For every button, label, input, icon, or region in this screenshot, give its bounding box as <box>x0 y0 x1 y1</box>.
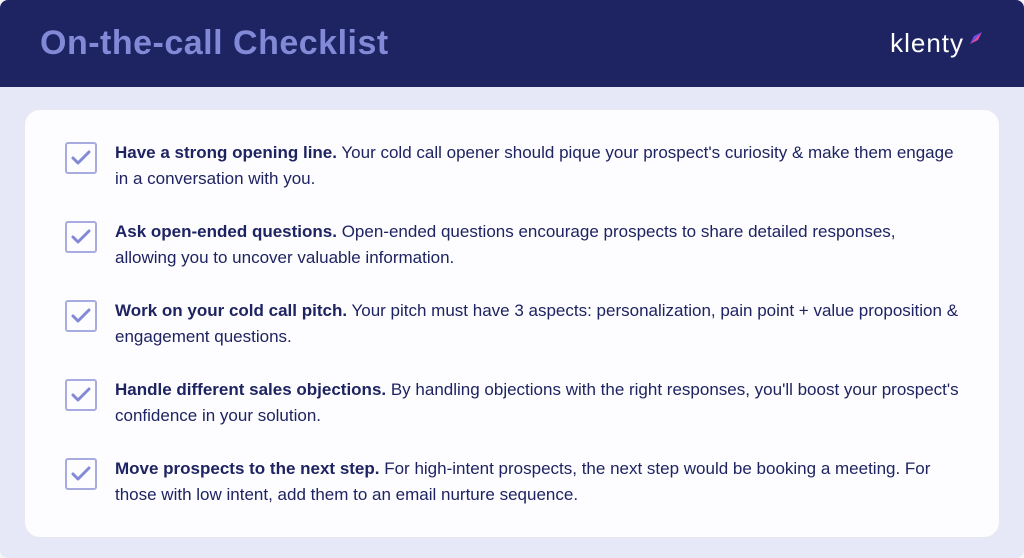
checklist-card: Have a strong opening line. Your cold ca… <box>24 109 1000 538</box>
checkbox-icon <box>65 300 97 332</box>
item-text: Have a strong opening line. Your cold ca… <box>115 140 959 191</box>
item-title: Move prospects to the next step. <box>115 459 380 478</box>
checkmark-icon <box>71 308 91 324</box>
checkmark-icon <box>71 229 91 245</box>
checkbox-icon <box>65 142 97 174</box>
checklist-item: Ask open-ended questions. Open-ended que… <box>65 219 959 270</box>
brand-logo: klenty <box>890 28 984 59</box>
item-text: Work on your cold call pitch. Your pitch… <box>115 298 959 349</box>
item-text: Move prospects to the next step. For hig… <box>115 456 959 507</box>
item-title: Handle different sales objections. <box>115 380 386 399</box>
page-container: On-the-call Checklist klenty Have a stro… <box>0 0 1024 558</box>
checklist-item: Move prospects to the next step. For hig… <box>65 456 959 507</box>
checkmark-icon <box>71 150 91 166</box>
checklist-item: Work on your cold call pitch. Your pitch… <box>65 298 959 349</box>
item-title: Ask open-ended questions. <box>115 222 337 241</box>
item-text: Ask open-ended questions. Open-ended que… <box>115 219 959 270</box>
page-title: On-the-call Checklist <box>40 24 389 63</box>
checkbox-icon <box>65 221 97 253</box>
item-text: Handle different sales objections. By ha… <box>115 377 959 428</box>
checkmark-icon <box>71 466 91 482</box>
header: On-the-call Checklist klenty <box>0 0 1024 87</box>
logo-text: klenty <box>890 28 964 59</box>
checklist-item: Have a strong opening line. Your cold ca… <box>65 140 959 191</box>
checkbox-icon <box>65 379 97 411</box>
arrow-icon <box>968 30 984 46</box>
checklist-item: Handle different sales objections. By ha… <box>65 377 959 428</box>
checkbox-icon <box>65 458 97 490</box>
checkmark-icon <box>71 387 91 403</box>
item-title: Work on your cold call pitch. <box>115 301 347 320</box>
item-title: Have a strong opening line. <box>115 143 337 162</box>
